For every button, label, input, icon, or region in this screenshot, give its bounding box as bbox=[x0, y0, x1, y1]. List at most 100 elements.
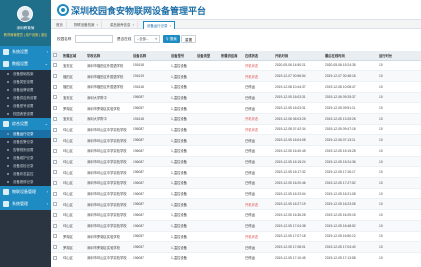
table-row[interactable]: 罗湖区 深圳市罗湖区实验学校 196057 1,温控设备 已停运 2019-12-05 1… bbox=[51, 241, 421, 253]
table-cell: 2019-12-05 17:08:01 bbox=[273, 241, 323, 253]
checkbox[interactable] bbox=[53, 180, 57, 185]
checkbox[interactable] bbox=[53, 234, 57, 239]
sidebar-item[interactable]: 设备状态监控 bbox=[0, 170, 51, 178]
table-row[interactable]: 坪山区 深圳市坪山区中学实验学校 196087 1,温控设备 已停运 2019-12-05… bbox=[51, 188, 421, 200]
checkbox[interactable] bbox=[53, 84, 57, 89]
table-row[interactable]: 坪山区 深圳市坪山区中学实验学校 196087 1,温控设备 已停运 2019-12-05… bbox=[51, 177, 421, 189]
row-checkbox-cell[interactable] bbox=[51, 188, 61, 200]
sidebar-item[interactable]: 校园食堂设置 bbox=[0, 110, 51, 118]
table-row[interactable]: 坪山区 深圳市坪山区中学实验学校 196087 1,温控设备 已停运 2019-12-05… bbox=[51, 220, 421, 232]
row-checkbox-cell[interactable] bbox=[51, 241, 61, 253]
row-checkbox-cell[interactable] bbox=[51, 252, 61, 263]
row-checkbox-cell[interactable] bbox=[51, 92, 61, 104]
table-row[interactable]: 坪山区 深圳市坪山区中学实验学校 196087 1,温控设备 已停运 2019-12-05… bbox=[51, 209, 421, 221]
sidebar-item[interactable]: 设备告警记录 bbox=[0, 138, 51, 146]
table-row[interactable]: 宝安区 深圳市福田区外国语学校 191618 1,温控设备 开机状态 2020-05-06… bbox=[51, 60, 421, 72]
row-checkbox-cell[interactable] bbox=[51, 134, 61, 146]
table-cell: 10 bbox=[377, 220, 421, 232]
table-row[interactable]: 罗湖区 深圳市罗湖区实验学校 196057 1,温控设备 已停运 2019-12-05 1… bbox=[51, 102, 421, 114]
row-checkbox-cell[interactable] bbox=[51, 198, 61, 211]
checkbox[interactable] bbox=[53, 95, 57, 100]
tab-run-records[interactable]: 设备运行记录 × bbox=[143, 21, 176, 29]
checkbox[interactable] bbox=[53, 138, 57, 143]
school-name-input[interactable] bbox=[75, 35, 113, 43]
checkbox[interactable] bbox=[53, 148, 57, 153]
sidebar-item[interactable]: 设备维护记录 bbox=[0, 154, 51, 162]
checkbox[interactable] bbox=[53, 255, 57, 260]
table-row[interactable]: 坪山区 深圳市坪山区中学实验学校 196087 1,温控设备 已停运 2019-12-05… bbox=[51, 252, 421, 263]
row-checkbox-cell[interactable] bbox=[51, 177, 61, 189]
row-checkbox-cell[interactable] bbox=[51, 124, 61, 136]
select-all-checkbox[interactable] bbox=[51, 51, 61, 61]
table-row[interactable]: 坪山区 深圳市坪山区中学实验学校 196087 1,温控设备 已停运 2019-12-05… bbox=[51, 156, 421, 168]
checkbox[interactable] bbox=[53, 74, 57, 79]
table-cell: 10 bbox=[377, 166, 421, 179]
search-button-label: 搜索 bbox=[169, 37, 177, 41]
close-icon[interactable]: × bbox=[169, 24, 171, 28]
table-row[interactable]: 宝安区 深圳大学附中 191618 1,温控设备 开机状态 2019-12-06 06:0… bbox=[51, 113, 421, 125]
close-icon[interactable]: × bbox=[96, 23, 98, 27]
tab-nutrition[interactable]: 菜品营养信息 × bbox=[107, 21, 139, 29]
table-row[interactable]: 坪山区 深圳市坪山区中学实验学校 196087 1,温控设备 已停运 2019-12-05… bbox=[51, 166, 421, 179]
row-checkbox-cell[interactable] bbox=[51, 145, 61, 157]
sidebar-item-run-records[interactable]: 设备运行记录 bbox=[0, 130, 51, 138]
sidebar-item[interactable]: 设备报修记录 bbox=[0, 178, 51, 186]
table-row[interactable]: 罗湖区 深圳市罗湖区实验学校 196057 1,温控设备 开机状态 2019-12-05 … bbox=[51, 231, 421, 243]
checkbox[interactable] bbox=[53, 159, 57, 164]
row-checkbox-cell[interactable] bbox=[51, 231, 61, 243]
row-checkbox-cell[interactable] bbox=[51, 81, 61, 93]
reset-button[interactable]: 重置 bbox=[181, 35, 197, 43]
table-row[interactable]: 福田区 深圳市福田区外国语学校 191619 1,温控设备 开机状态 2019-12-07… bbox=[51, 70, 421, 82]
checkbox[interactable] bbox=[53, 116, 57, 121]
row-checkbox-cell[interactable] bbox=[51, 70, 61, 82]
checkbox[interactable] bbox=[53, 53, 57, 58]
checkbox[interactable] bbox=[53, 223, 57, 228]
checkbox[interactable] bbox=[53, 202, 57, 207]
checkbox[interactable] bbox=[53, 63, 57, 68]
table-cell: 191618 bbox=[131, 81, 169, 93]
checkbox[interactable] bbox=[53, 191, 57, 196]
table-cell: 1,温控设备 bbox=[169, 198, 195, 211]
sidebar-section-admin[interactable]: 系统管理 › bbox=[0, 198, 51, 210]
checkbox[interactable] bbox=[53, 245, 57, 250]
avatar[interactable] bbox=[17, 6, 33, 22]
row-checkbox-cell[interactable] bbox=[51, 166, 61, 179]
sidebar-section-iot[interactable]: 物联设备管理 › bbox=[0, 186, 51, 198]
checkbox[interactable] bbox=[53, 127, 57, 132]
status-cell: 已停运 bbox=[243, 166, 273, 179]
sidebar-item[interactable]: 设备供应商设置 bbox=[0, 94, 51, 102]
sidebar-section-system[interactable]: 系统设置 › bbox=[0, 46, 51, 58]
online-status-select[interactable]: --全部-- ▾ bbox=[134, 35, 160, 43]
sidebar-item[interactable]: 设备型号设置 bbox=[0, 102, 51, 110]
tab-home[interactable]: 首页 bbox=[53, 21, 67, 29]
row-checkbox-cell[interactable] bbox=[51, 220, 61, 232]
sidebar-section-general[interactable]: 综合设置 ⌄ bbox=[0, 118, 51, 130]
close-icon[interactable]: × bbox=[132, 23, 134, 27]
sidebar-item[interactable]: 告警规则设置 bbox=[0, 146, 51, 154]
row-checkbox-cell[interactable] bbox=[51, 60, 61, 72]
sidebar-item[interactable]: 设备类型设置 bbox=[0, 78, 51, 86]
row-checkbox-cell[interactable] bbox=[51, 102, 61, 114]
table-row[interactable]: 坪山区 深圳市坪山区中学实验学校 196087 1,温控设备 开机状态 2019-12-0… bbox=[51, 198, 421, 211]
table-cell: 10 bbox=[377, 177, 421, 189]
sidebar-item[interactable]: 设备巡检记录 bbox=[0, 162, 51, 170]
sidebar-item[interactable]: 设备基础档案 bbox=[0, 70, 51, 78]
user-menu[interactable]: 教育局管理员 | 用户设置 | 退出 bbox=[0, 32, 51, 37]
checkbox[interactable] bbox=[53, 170, 57, 175]
search-button[interactable]: ⚲ 搜索 bbox=[163, 35, 180, 43]
table-row[interactable]: 坪山区 深圳市坪山区中学实验学校 196087 1,温控设备 已停运 2019-12-05… bbox=[51, 145, 421, 157]
table-row[interactable]: 坪山区 深圳市坪山区中学实验学校 196087 1,温控设备 已停运 2019-12-05… bbox=[51, 134, 421, 146]
row-checkbox-cell[interactable] bbox=[51, 156, 61, 168]
row-checkbox-cell[interactable] bbox=[51, 209, 61, 221]
checkbox[interactable] bbox=[53, 106, 57, 111]
checkbox[interactable] bbox=[53, 213, 57, 218]
table-cell bbox=[195, 166, 219, 179]
table-row[interactable]: 坪山区 深圳市坪山区中学实验学校 196087 1,温控设备 开机状态 2019-12-0… bbox=[51, 124, 421, 136]
table-cell: 10 bbox=[377, 92, 421, 104]
tab-device-archive[interactable]: 物联设备档案 × bbox=[71, 21, 103, 29]
row-checkbox-cell[interactable] bbox=[51, 113, 61, 125]
table-row[interactable]: 宝安区 深圳大学附中 196057 1,温控设备 已停运 2019-12-05 16:03… bbox=[51, 92, 421, 104]
sidebar-section-data[interactable]: 数据设置 ⌄ bbox=[0, 58, 51, 70]
sidebar-item[interactable]: 设备品牌设置 bbox=[0, 86, 51, 94]
table-row[interactable]: 福田区 深圳市福田区外国语学校 191618 1,温控设备 已停运 2019-12-08 … bbox=[51, 81, 421, 93]
